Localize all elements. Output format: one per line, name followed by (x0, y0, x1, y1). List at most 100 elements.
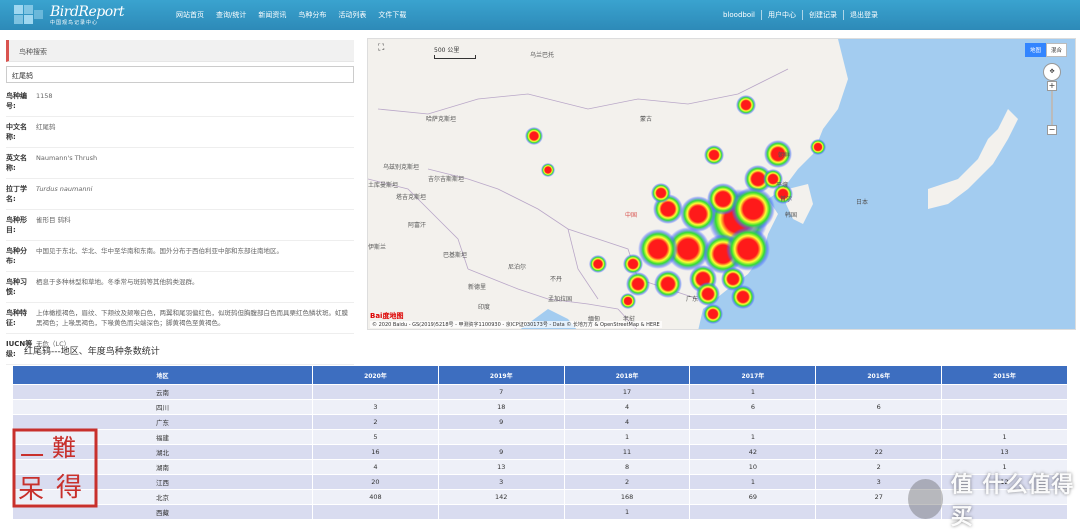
heat-spot (638, 229, 678, 269)
map-label: 巴基斯坦 (443, 251, 467, 259)
count-cell: 408 (312, 489, 439, 505)
region-cell: 云南 (12, 384, 313, 400)
map-label: 塔吉克斯坦 (396, 193, 426, 201)
count-cell: 9 (437, 444, 565, 460)
info-row-features: 鸟种特征: 上体橄榄褐色，眉纹、下颊纹及颏喉白色，两翼和尾羽偏红色，似斑鸫但胸腹… (6, 303, 354, 334)
info-label: 鸟种分布: (6, 247, 27, 265)
heat-spot (525, 127, 543, 145)
nav-downloads[interactable]: 文件下载 (372, 0, 412, 30)
nav-create-record[interactable]: 创建记录 (803, 10, 843, 20)
map-label: 首尔 (780, 195, 792, 203)
map-label: 中国 (625, 211, 637, 219)
info-label: 鸟种特征: (6, 309, 27, 327)
count-cell (312, 504, 439, 520)
info-row-habits: 鸟种习惯: 栖息于多种林型和草地。冬季常与斑鸫等其他鸫类混群。 (6, 272, 354, 303)
count-cell: 16 (312, 444, 439, 460)
nav-news[interactable]: 新闻资讯 (252, 0, 292, 30)
count-cell: 6 (689, 399, 817, 415)
info-label: 鸟种习惯: (6, 278, 27, 296)
count-cell: 13 (437, 459, 565, 475)
nav-username[interactable]: bloodboil (717, 11, 761, 19)
info-label: 中文名称: (6, 123, 27, 141)
count-cell: 2 (312, 414, 439, 430)
map-label: 蒙古 (640, 115, 652, 123)
fullscreen-icon[interactable]: ⛶ (378, 43, 384, 53)
count-cell (941, 384, 1068, 400)
count-cell: 1 (563, 429, 691, 445)
count-cell: 1 (689, 474, 817, 490)
info-value: 栖息于多种林型和草地。冬季常与斑鸫等其他鸫类混群。 (36, 278, 199, 286)
count-cell (689, 414, 817, 430)
count-cell: 3 (437, 474, 565, 490)
species-info-list: 鸟种编号: 1158 中文名称: 红尾鸫 英文名称: Naumann's Thr… (6, 86, 354, 365)
map-type-map-button[interactable]: 地图 (1024, 43, 1046, 57)
zoom-slider[interactable] (1051, 91, 1053, 125)
nav-logout[interactable]: 退出登录 (844, 10, 884, 20)
count-cell: 7 (437, 384, 565, 400)
info-value: Naumann's Thrush (36, 154, 98, 162)
count-cell: 13 (941, 444, 1068, 460)
nav-distribution[interactable]: 鸟种分布 (292, 0, 332, 30)
count-cell: 11 (563, 444, 691, 460)
info-label: 英文名称: (6, 154, 27, 172)
pan-control-icon[interactable]: ✥ (1043, 63, 1061, 81)
heat-spot (703, 304, 723, 324)
svg-text:一: 一 (20, 442, 44, 470)
col-header[interactable]: 2016年 (815, 365, 943, 385)
col-header[interactable]: 2017年 (689, 365, 817, 385)
nav-home[interactable]: 网站首页 (170, 0, 210, 30)
map-label: 尼泊尔 (508, 263, 526, 271)
count-cell (815, 429, 943, 445)
nav-query[interactable]: 查询/统计 (210, 0, 252, 30)
map-label: 乌兹别克斯坦 (383, 163, 419, 171)
nav-user-center[interactable]: 用户中心 (762, 10, 802, 20)
table-row: 湖北 16 9 11 42 22 13 (12, 444, 1068, 460)
user-nav: bloodboil 用户中心 创建记录 退出登录 (717, 0, 884, 30)
count-cell: 142 (437, 489, 565, 505)
col-header[interactable]: 地区 (12, 365, 313, 385)
svg-text:得: 得 (56, 473, 82, 503)
map-scale: 500 公里 (434, 45, 476, 59)
map-label: 孟加拉国 (548, 295, 572, 303)
count-cell: 8 (563, 459, 691, 475)
site-logo[interactable]: BirdReport 中国观鸟记录中心 (14, 3, 124, 27)
count-cell: 4 (312, 459, 439, 475)
distribution-map[interactable]: 乌兰巴托 哈萨克斯坦 蒙古 乌兹别克斯坦 吉尔吉斯斯坦 塔吉克斯坦 土库曼斯坦 … (367, 38, 1076, 330)
map-type-switch: 地图 混合 (1024, 43, 1067, 57)
heat-spot (589, 255, 607, 273)
map-type-hybrid-button[interactable]: 混合 (1045, 43, 1067, 57)
map-copyright: © 2020 Baidu - GS(2019)5218号 - 甲测资字11009… (370, 321, 662, 328)
info-row-order: 鸟种形目: 雀形目 鸫科 (6, 210, 354, 241)
col-header[interactable]: 2018年 (563, 365, 691, 385)
seal-stamp: 難 得 一 呆 (12, 428, 98, 508)
col-header[interactable]: 2015年 (941, 365, 1068, 385)
species-search-input[interactable]: 红尾鸫 (6, 66, 354, 83)
nav-activities[interactable]: 活动列表 (332, 0, 372, 30)
info-row-distribution: 鸟种分布: 中国见于东北、华北、华中至华南和东南。国外分布于西伯利亚中部和东部往… (6, 241, 354, 272)
info-value: 红尾鸫 (36, 123, 56, 131)
count-cell (941, 414, 1068, 430)
count-cell: 3 (312, 399, 439, 415)
zoom-out-button[interactable]: − (1047, 125, 1057, 135)
zoom-in-button[interactable]: + (1047, 81, 1057, 91)
watermark-badge-icon (908, 479, 943, 519)
map-label: 平壤 (776, 181, 788, 189)
svg-text:呆: 呆 (18, 475, 44, 505)
info-value: 雀形目 鸫科 (36, 216, 71, 224)
count-cell (312, 384, 439, 400)
info-value: 上体橄榄褐色，眉纹、下颊纹及颏喉白色，两翼和尾羽偏红色，似斑鸫但胸腹部白色而具栗… (36, 309, 348, 327)
map-canvas[interactable]: 乌兰巴托 哈萨克斯坦 蒙古 乌兹别克斯坦 吉尔吉斯斯坦 塔吉克斯坦 土库曼斯坦 … (368, 39, 1076, 330)
heat-spot (623, 254, 643, 274)
count-cell: 18 (437, 399, 565, 415)
table-row: 四川 3 18 4 6 6 (12, 399, 1068, 415)
info-value: Turdus naumanni (36, 185, 93, 193)
count-cell: 20 (312, 474, 439, 490)
info-label: 鸟种编号: (6, 92, 27, 110)
col-header[interactable]: 2019年 (437, 365, 565, 385)
stats-title: 红尾鸫---地区、年度鸟种条数统计 (24, 347, 160, 357)
top-navbar: BirdReport 中国观鸟记录中心 网站首页 查询/统计 新闻资讯 鸟种分布… (0, 0, 1080, 30)
heat-spot (731, 285, 755, 309)
table-row: 湖南 4 13 8 10 2 1 (12, 459, 1068, 475)
col-header[interactable]: 2020年 (312, 365, 439, 385)
logo-text: BirdReport (50, 4, 124, 20)
